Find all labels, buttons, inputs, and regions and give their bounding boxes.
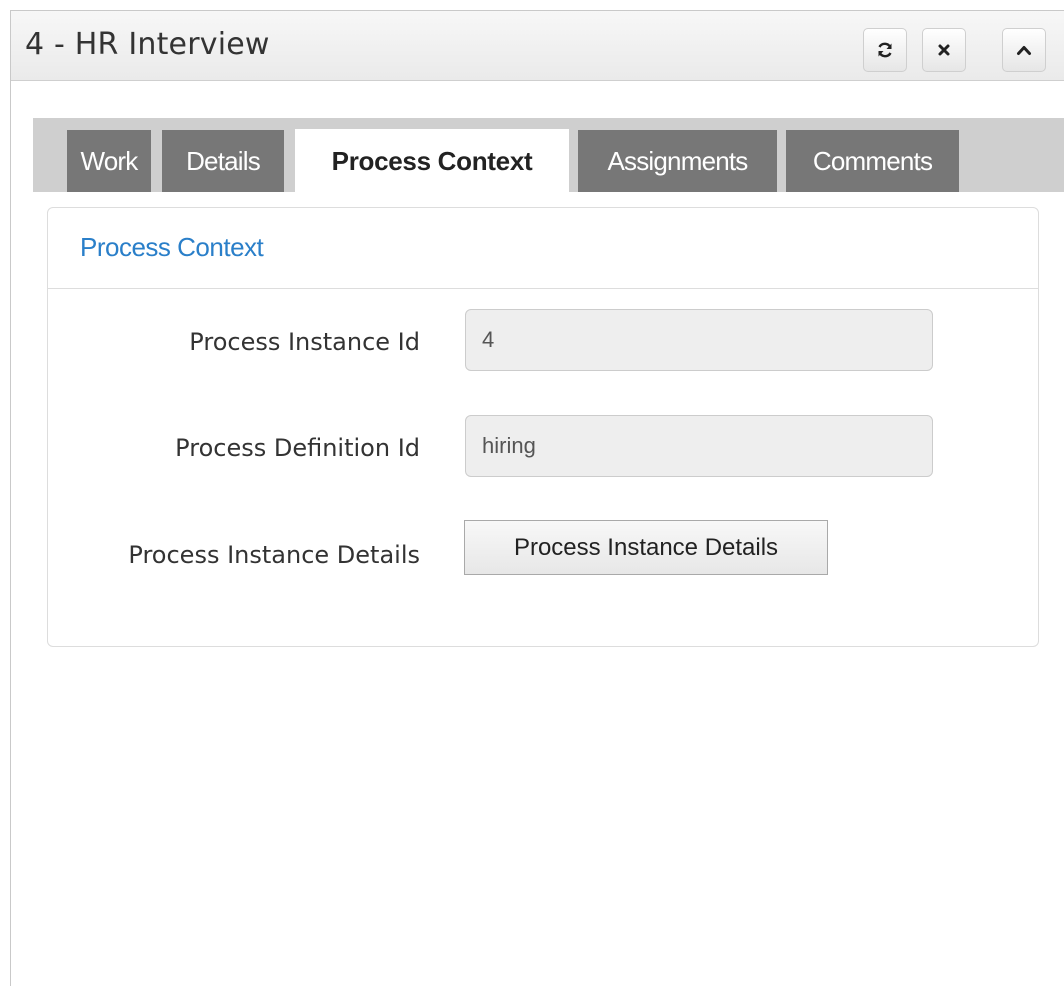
tab-comments[interactable]: Comments <box>786 130 959 192</box>
process-instance-id-label: Process Instance Id <box>189 328 420 356</box>
tab-bar: Work Details Process Context Assignments… <box>33 118 1064 193</box>
tab-details-label: Details <box>186 145 261 176</box>
process-instance-id-field: 4 <box>465 309 933 371</box>
tab-process-context-label: Process Context <box>331 145 533 176</box>
tab-assignments[interactable]: Assignments <box>578 130 777 192</box>
task-window: 4 - HR Interview Work Details Process Co… <box>10 10 1064 986</box>
process-context-panel: Process Context Process Instance Id 4 Pr… <box>47 207 1039 647</box>
refresh-button[interactable] <box>863 28 907 72</box>
process-definition-id-label: Process Definition Id <box>175 434 420 462</box>
panel-title: Process Context <box>80 232 264 262</box>
process-instance-details-label: Process Instance Details <box>128 541 420 569</box>
refresh-icon <box>878 42 892 58</box>
panel-header: Process Context <box>48 208 1038 289</box>
tab-comments-label: Comments <box>812 145 933 176</box>
tab-details[interactable]: Details <box>162 130 284 192</box>
process-instance-details-button-label: Process Instance Details <box>513 533 779 561</box>
window-titlebar: 4 - HR Interview <box>11 11 1064 81</box>
tab-process-context[interactable]: Process Context <box>295 129 569 193</box>
close-button[interactable] <box>922 28 966 72</box>
tab-assignments-label: Assignments <box>607 145 748 176</box>
chevron-up-icon <box>1017 46 1031 55</box>
process-instance-details-button[interactable]: Process Instance Details <box>464 520 828 575</box>
tab-work-label: Work <box>80 145 139 176</box>
tab-work[interactable]: Work <box>67 130 151 192</box>
close-icon <box>938 44 950 56</box>
window-title: 4 - HR Interview <box>25 27 270 62</box>
process-definition-id-field: hiring <box>465 415 933 477</box>
collapse-button[interactable] <box>1002 28 1046 72</box>
